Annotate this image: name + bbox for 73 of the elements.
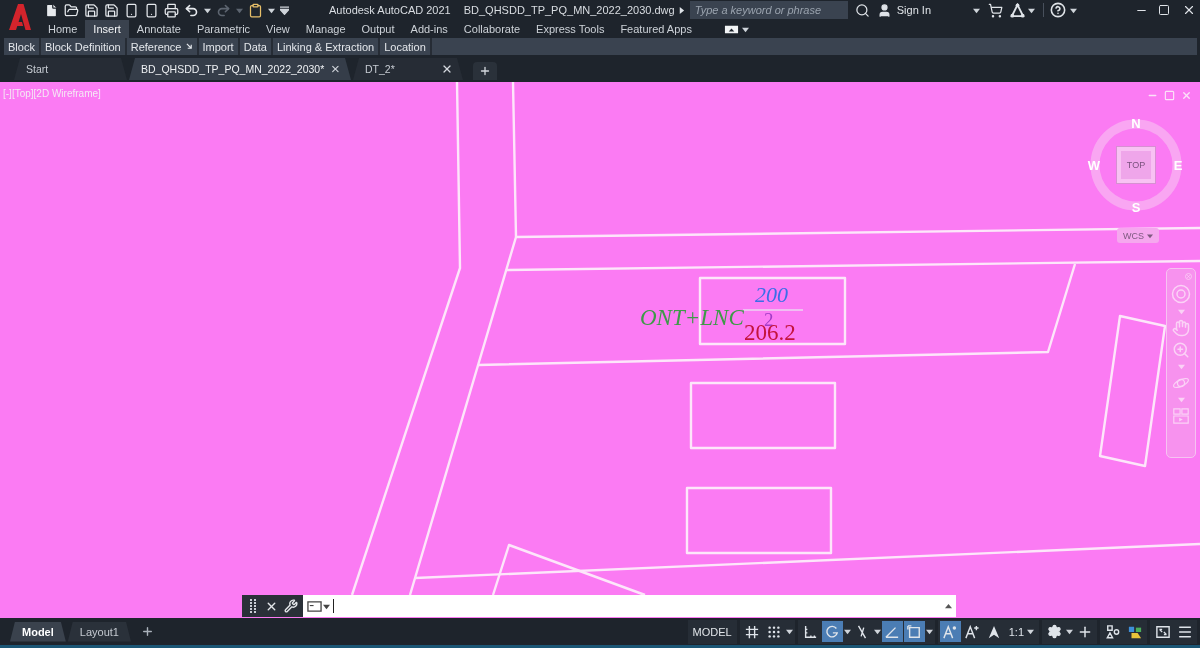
- close-icon[interactable]: [330, 63, 341, 75]
- caret-icon[interactable]: [973, 6, 980, 14]
- undo-icon[interactable]: [184, 2, 199, 18]
- plus-icon[interactable]: [140, 625, 154, 638]
- phone-icon[interactable]: [144, 2, 159, 18]
- plus-icon[interactable]: [479, 65, 491, 77]
- ribbon-tab[interactable]: Featured Apps: [612, 20, 700, 38]
- customize-dropdown-icon[interactable]: [280, 5, 289, 15]
- phone-icon[interactable]: [124, 2, 139, 18]
- wrench-icon[interactable]: [284, 599, 298, 613]
- caret-icon[interactable]: [925, 628, 933, 635]
- save-icon[interactable]: [84, 2, 99, 18]
- cart-icon[interactable]: [988, 2, 1003, 18]
- user-icon[interactable]: [876, 2, 892, 18]
- recent-commands-button[interactable]: [307, 598, 330, 614]
- caret-up-icon[interactable]: [945, 602, 952, 610]
- file-tab[interactable]: Start: [14, 58, 127, 80]
- search-field[interactable]: Type a keyword or phrase: [689, 1, 848, 19]
- caret-icon[interactable]: [1027, 628, 1034, 635]
- ribbon-tab[interactable]: Output: [353, 20, 403, 38]
- close-icon[interactable]: [1182, 3, 1196, 17]
- view-cube-face[interactable]: TOP: [1117, 147, 1155, 183]
- object-snap-icon[interactable]: [903, 621, 925, 642]
- caret-icon[interactable]: [873, 628, 881, 635]
- clipboard-icon[interactable]: [248, 2, 263, 18]
- sign-in-button[interactable]: Sign In: [894, 4, 933, 16]
- caret-icon[interactable]: [741, 25, 749, 33]
- caret-icon[interactable]: [268, 6, 275, 14]
- save-as-icon[interactable]: [104, 2, 119, 18]
- app-title: Autodesk AutoCAD 2021: [329, 4, 451, 16]
- caret-icon[interactable]: [204, 6, 211, 14]
- ribbon-tab[interactable]: Annotate: [128, 20, 189, 38]
- dialog-launcher-icon[interactable]: [185, 43, 193, 50]
- polar-button[interactable]: [821, 621, 851, 642]
- ribbon-tab[interactable]: Parametric: [188, 20, 259, 38]
- new-file-icon[interactable]: [44, 2, 59, 18]
- ribbon-tab[interactable]: Add-ins: [402, 20, 456, 38]
- triangle-nodes-icon[interactable]: [1010, 2, 1025, 18]
- file-tab[interactable]: DT_2*: [353, 58, 463, 80]
- file-title: BD_QHSDD_TP_PQ_MN_2022_2030.dwg: [463, 4, 675, 16]
- new-tab-button[interactable]: [473, 62, 497, 80]
- search-icon[interactable]: [854, 2, 870, 18]
- caret-icon[interactable]: [1066, 628, 1073, 635]
- ribbon-tab[interactable]: View: [258, 20, 298, 38]
- ribbon-tab[interactable]: Insert: [85, 20, 129, 38]
- map-label: 200: [755, 282, 788, 307]
- open-folder-icon[interactable]: [64, 2, 79, 18]
- polar-tracking-icon[interactable]: [821, 621, 843, 642]
- model-space-button[interactable]: MODEL: [687, 619, 737, 644]
- caret-icon[interactable]: [1070, 6, 1077, 14]
- app-logo-icon[interactable]: [8, 3, 32, 31]
- close-icon[interactable]: [441, 63, 453, 75]
- ribbon-tab[interactable]: Express Tools: [528, 20, 613, 38]
- maximize-icon[interactable]: [1158, 4, 1170, 16]
- caret-icon[interactable]: [785, 628, 793, 635]
- caret-icon[interactable]: [843, 628, 851, 635]
- text-cursor-icon: [333, 599, 334, 613]
- ribbon-tab[interactable]: Manage: [297, 20, 354, 38]
- file-tab[interactable]: BD_QHSDD_TP_PQ_MN_2022_2030*: [129, 58, 351, 80]
- angle-icon[interactable]: [881, 621, 903, 642]
- caret-icon[interactable]: [1028, 6, 1035, 14]
- fraction-bar-line: [742, 309, 804, 311]
- printer-icon[interactable]: [164, 2, 179, 18]
- ribbon-tab[interactable]: Home: [40, 20, 86, 38]
- layout-tab[interactable]: Model: [10, 621, 66, 642]
- layout-tab[interactable]: Layout1: [67, 621, 131, 642]
- annotation-visibility-icon[interactable]: [939, 621, 961, 642]
- osnap-button[interactable]: [903, 621, 933, 642]
- ribbon-tab[interactable]: Collaborate: [455, 20, 529, 38]
- terminal-icon[interactable]: [307, 598, 322, 614]
- help-icon[interactable]: [1050, 2, 1066, 18]
- caret-icon[interactable]: [323, 602, 330, 610]
- caret-right-icon[interactable]: [677, 6, 685, 14]
